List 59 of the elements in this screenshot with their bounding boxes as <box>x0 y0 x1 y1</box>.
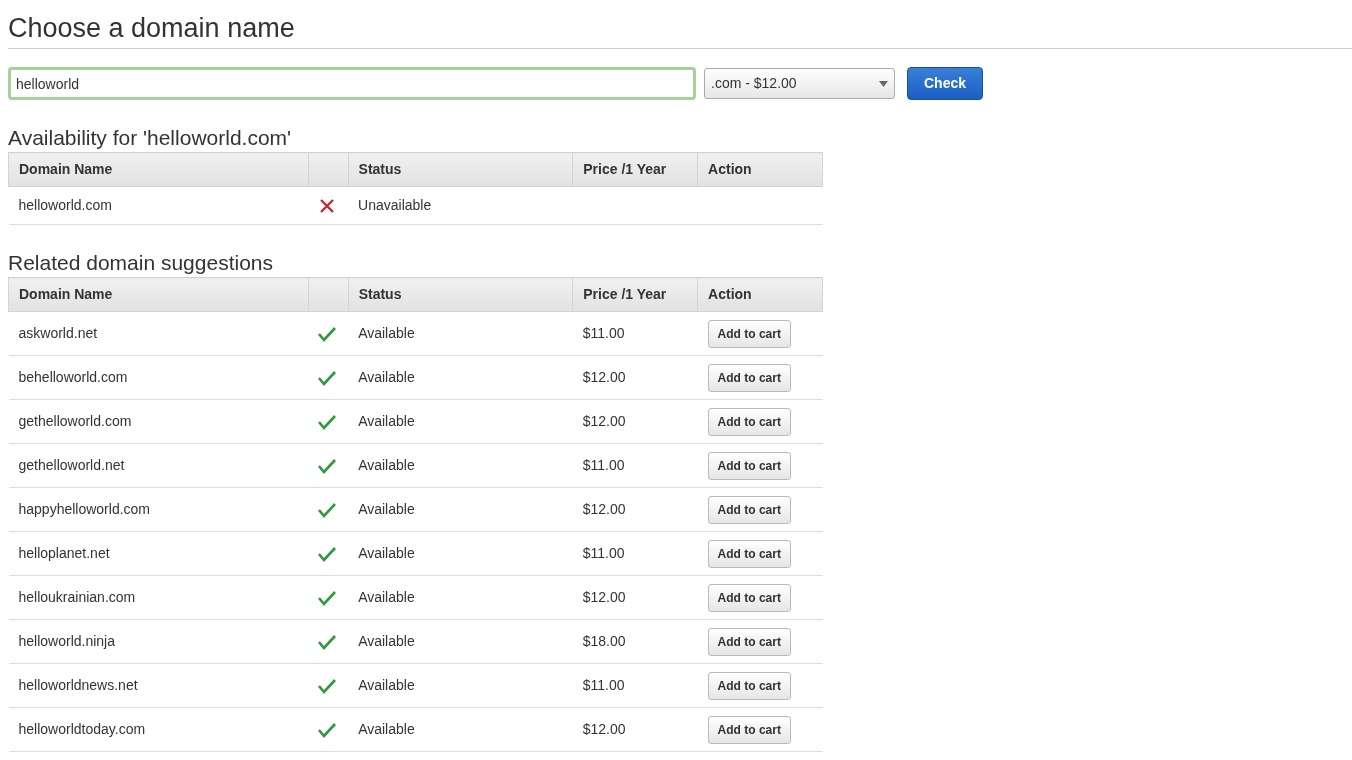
status-text: Available <box>358 413 415 429</box>
domain-name: helloworldtoday.com <box>18 721 146 737</box>
status-text: Available <box>358 545 415 561</box>
status-text: Available <box>358 457 415 473</box>
domain-name: happyhelloworld.com <box>18 501 151 517</box>
tld-dropdown[interactable]: .com - $12.00 <box>704 68 895 99</box>
price-text: $12.00 <box>582 501 626 517</box>
price-text: $12.00 <box>582 413 626 429</box>
check-button[interactable]: Check <box>907 67 984 100</box>
column-header: Action <box>697 152 823 187</box>
domain-name: gethelloworld.net <box>18 457 125 473</box>
domain-name: behelloworld.com <box>18 369 128 385</box>
status-text: Available <box>358 501 415 517</box>
status-text: Available <box>358 677 415 693</box>
status-text: Available <box>358 369 415 385</box>
add-to-cart-button[interactable]: Add to cart <box>707 671 791 700</box>
page-title: Choose a domain name <box>8 12 296 45</box>
add-to-cart-button[interactable]: Add to cart <box>707 319 791 348</box>
caret-icon <box>879 80 888 87</box>
status-text: Available <box>358 721 415 737</box>
column-header: Status <box>348 277 573 312</box>
column-header: Action <box>697 277 823 312</box>
status-text: Available <box>358 589 415 605</box>
domain-name: helloworld.com <box>18 197 112 213</box>
price-text: $12.00 <box>582 369 626 385</box>
section-heading: Related domain suggestions <box>8 250 274 276</box>
add-to-cart-button[interactable]: Add to cart <box>707 495 791 524</box>
domain-name: helloplanet.net <box>18 545 110 561</box>
price-text: $11.00 <box>582 325 625 341</box>
domain-name: helloukrainian.com <box>18 589 136 605</box>
add-to-cart-button[interactable]: Add to cart <box>707 407 791 436</box>
column-header: Domain Name <box>8 277 309 312</box>
add-to-cart-button[interactable]: Add to cart <box>707 583 791 612</box>
price-text: $11.00 <box>582 677 625 693</box>
add-to-cart-button[interactable]: Add to cart <box>707 451 791 480</box>
add-to-cart-button[interactable]: Add to cart <box>707 627 791 656</box>
add-to-cart-button[interactable]: Add to cart <box>707 715 791 744</box>
price-text: $11.00 <box>582 545 625 561</box>
price-text: $11.00 <box>582 457 625 473</box>
add-to-cart-button[interactable]: Add to cart <box>707 363 791 392</box>
domain-name: helloworld.ninja <box>18 633 115 649</box>
price-text: $18.00 <box>582 633 626 649</box>
column-header: Status <box>348 152 573 187</box>
domain-input-field[interactable]: helloworld <box>8 67 696 100</box>
domain-name: askworld.net <box>18 325 98 341</box>
price-text: $12.00 <box>582 589 626 605</box>
price-text: $12.00 <box>582 721 626 737</box>
column-header: Price /1 Year <box>572 277 698 312</box>
add-to-cart-button[interactable]: Add to cart <box>707 539 791 568</box>
column-header <box>308 277 349 312</box>
section-heading: Availability for 'helloworld.com' <box>8 125 293 151</box>
status-text: Available <box>358 633 415 649</box>
status-text: Unavailable <box>358 197 432 213</box>
domain-name: helloworldnews.net <box>18 677 138 693</box>
column-header <box>308 152 349 187</box>
status-text: Available <box>358 325 415 341</box>
column-header: Price /1 Year <box>572 152 698 187</box>
column-header: Domain Name <box>8 152 309 187</box>
domain-name: gethelloworld.com <box>18 413 132 429</box>
